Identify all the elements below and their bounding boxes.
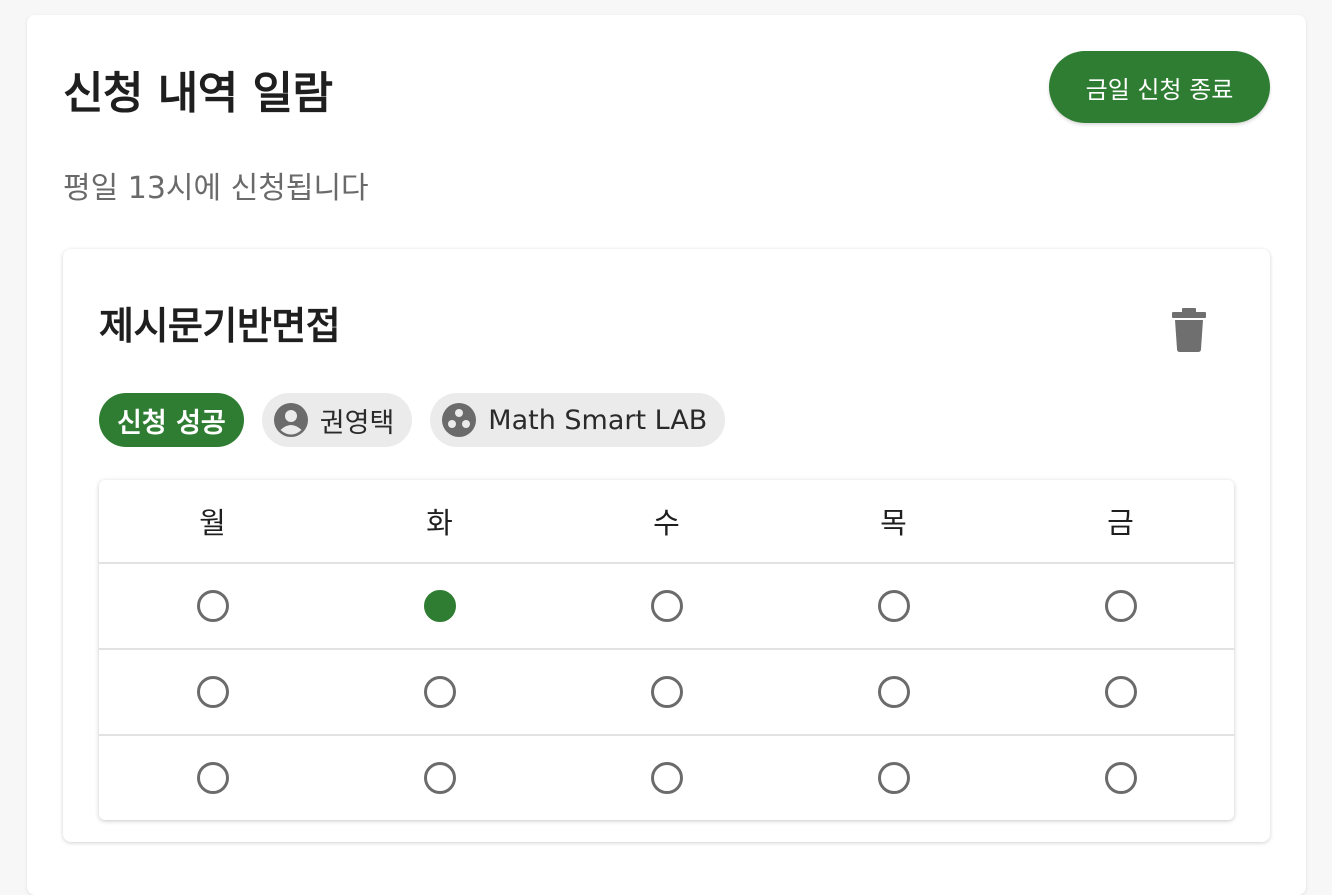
end-today-applications-button[interactable]: 금일 신청 종료 bbox=[1049, 51, 1270, 123]
slot-radio-tue-2[interactable] bbox=[423, 676, 456, 708]
person-chip: 권영택 bbox=[261, 393, 413, 447]
person-name: 권영택 bbox=[319, 407, 395, 439]
schedule-row bbox=[99, 649, 1234, 736]
schedule-cell bbox=[99, 649, 326, 736]
slot-radio-fri-3[interactable] bbox=[1104, 762, 1137, 794]
slot-radio-thu-1[interactable] bbox=[877, 590, 910, 622]
schedule-cell bbox=[326, 735, 553, 820]
course-title: 제시문기반면접 bbox=[99, 304, 341, 348]
slot-radio-mon-1[interactable] bbox=[196, 590, 229, 622]
schedule-cell bbox=[1007, 649, 1234, 736]
schedule-cell bbox=[553, 563, 780, 650]
schedule-cell bbox=[99, 563, 326, 650]
schedule-cell bbox=[99, 735, 326, 820]
chip-row: 신청 성공 권영택 Math Smart LAB bbox=[99, 393, 726, 447]
slot-radio-tue-3[interactable] bbox=[423, 762, 456, 794]
schedule-cell bbox=[553, 649, 780, 736]
schedule-row bbox=[99, 563, 1234, 650]
slot-radio-thu-3[interactable] bbox=[877, 762, 910, 794]
slot-radio-fri-2[interactable] bbox=[1104, 676, 1137, 708]
location-name: Math Smart LAB bbox=[488, 404, 708, 436]
slot-radio-fri-1[interactable] bbox=[1104, 590, 1137, 622]
delete-button[interactable] bbox=[1163, 304, 1215, 356]
schedule-cell bbox=[326, 649, 553, 736]
schedule-cell bbox=[780, 735, 1007, 820]
day-header-row: 월 화 수 목 금 bbox=[99, 480, 1234, 564]
day-header-mon: 월 bbox=[99, 480, 326, 564]
schedule-notice: 평일 13시에 신청됩니다 bbox=[63, 171, 369, 206]
schedule-row bbox=[99, 735, 1234, 820]
schedule-cell bbox=[326, 563, 553, 650]
day-header-fri: 금 bbox=[1007, 480, 1234, 564]
schedule-cell bbox=[780, 649, 1007, 736]
schedule-cell bbox=[1007, 735, 1234, 820]
slot-radio-mon-3[interactable] bbox=[196, 762, 229, 794]
schedule-table: 월 화 수 목 금 bbox=[99, 480, 1234, 820]
slot-radio-tue-1[interactable] bbox=[423, 590, 456, 622]
slot-radio-thu-2[interactable] bbox=[877, 676, 910, 708]
page-title: 신청 내역 일람 bbox=[63, 68, 333, 119]
group-circles-icon bbox=[442, 403, 477, 437]
schedule-cell bbox=[553, 735, 780, 820]
application-item-card: 제시문기반면접 신청 성공 권영택 Math Smart LAB 월 화 수 목… bbox=[63, 249, 1270, 842]
slot-radio-mon-2[interactable] bbox=[196, 676, 229, 708]
day-header-thu: 목 bbox=[780, 480, 1007, 564]
day-header-tue: 화 bbox=[326, 480, 553, 564]
account-circle-icon bbox=[273, 403, 308, 437]
slot-radio-wed-2[interactable] bbox=[650, 676, 683, 708]
trash-icon bbox=[1172, 308, 1206, 352]
slot-radio-wed-3[interactable] bbox=[650, 762, 683, 794]
slot-radio-wed-1[interactable] bbox=[650, 590, 683, 622]
day-header-wed: 수 bbox=[553, 480, 780, 564]
schedule-cell bbox=[780, 563, 1007, 650]
applications-card: 신청 내역 일람 금일 신청 종료 평일 13시에 신청됩니다 제시문기반면접 … bbox=[27, 15, 1306, 895]
status-badge: 신청 성공 bbox=[99, 393, 244, 447]
schedule-cell bbox=[1007, 563, 1234, 650]
location-chip: Math Smart LAB bbox=[430, 393, 726, 447]
